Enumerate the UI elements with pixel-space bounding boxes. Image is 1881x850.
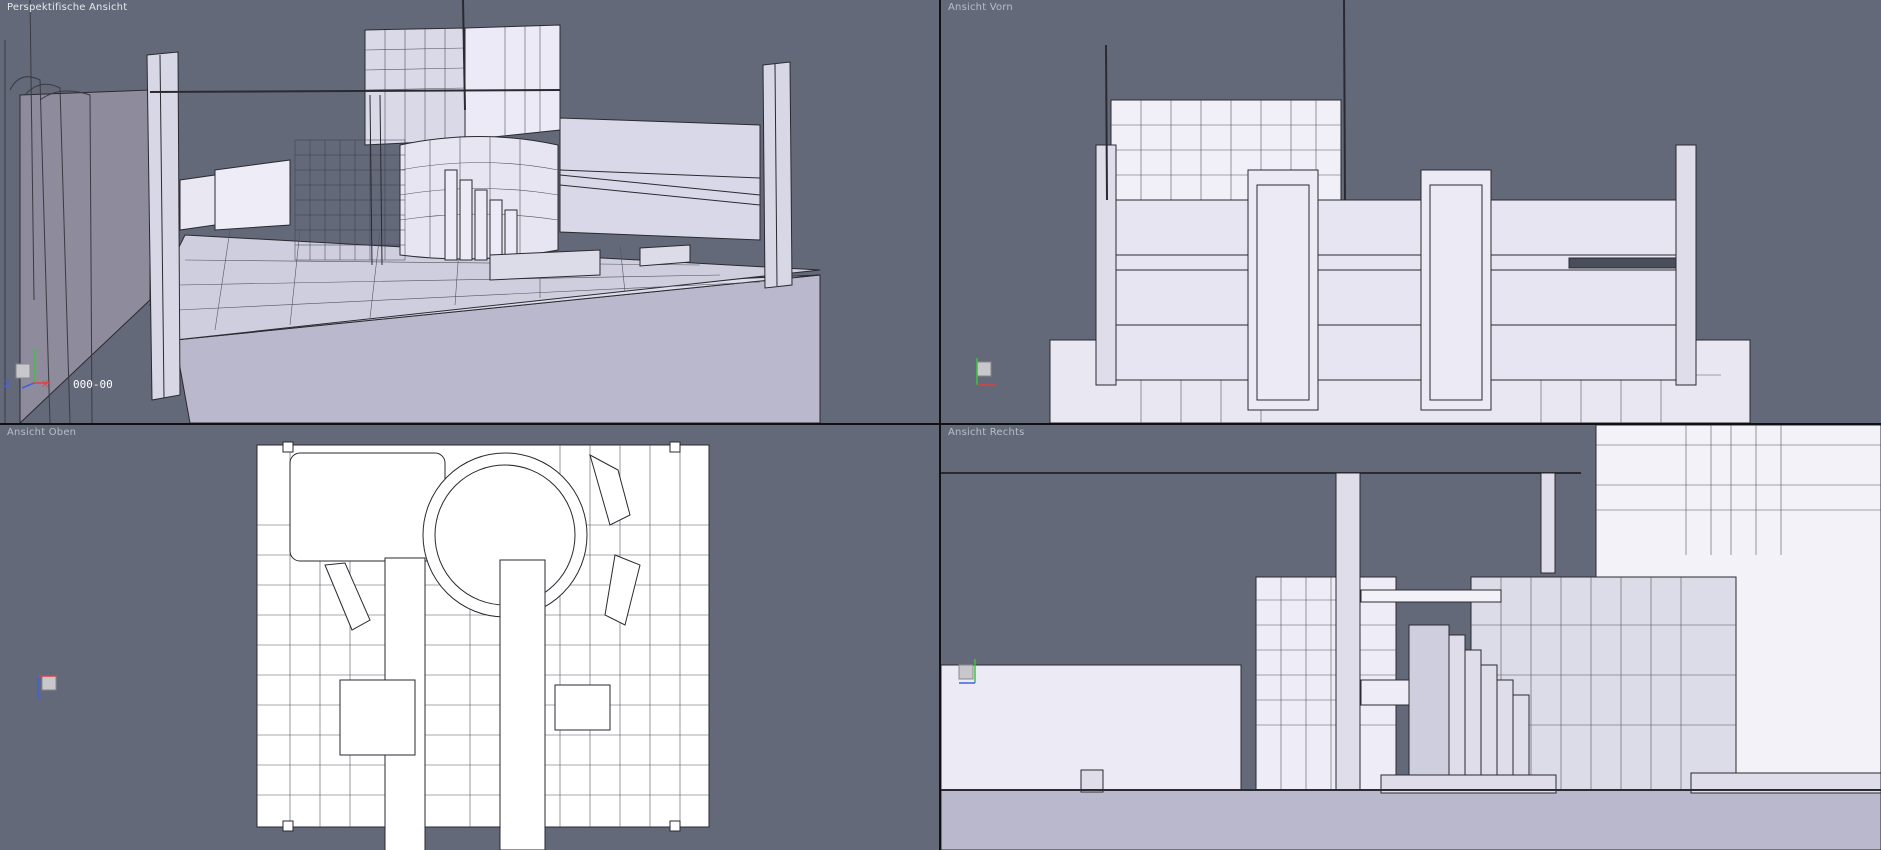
- axis-label-z-perspective: Z: [4, 380, 11, 390]
- axis-label-y-perspective: Y: [32, 348, 38, 358]
- four-viewport-layout: Perspektifische Ansicht Y X Z 000-00 Ans…: [0, 0, 1881, 850]
- viewport-right-title[interactable]: Ansicht Rechts: [948, 427, 1025, 438]
- viewport-right[interactable]: Ansicht Rechts: [941, 425, 1881, 850]
- top-model: [256, 441, 710, 850]
- viewport-top-title[interactable]: Ansicht Oben: [7, 427, 76, 438]
- viewport-divider-vertical[interactable]: [939, 0, 941, 850]
- axis-label-x-perspective: X: [42, 380, 49, 390]
- viewport-perspective[interactable]: Perspektifische Ansicht Y X Z 000-00: [0, 0, 939, 423]
- frame-counter: 000-00: [73, 378, 113, 391]
- axis-gizmo-front: [976, 358, 995, 386]
- axis-gizmo-right: [958, 659, 976, 684]
- perspective-model: [4, 0, 821, 423]
- viewport-top[interactable]: Ansicht Oben: [0, 425, 939, 850]
- axis-gizmo-top: [37, 675, 57, 700]
- front-model: [1049, 0, 1751, 423]
- viewport-front[interactable]: Ansicht Vorn: [941, 0, 1881, 423]
- viewport-front-title[interactable]: Ansicht Vorn: [948, 2, 1013, 13]
- viewport-divider-horizontal[interactable]: [0, 423, 1881, 425]
- viewport-perspective-title[interactable]: Perspektifische Ansicht: [7, 2, 127, 13]
- right-model: [941, 425, 1881, 850]
